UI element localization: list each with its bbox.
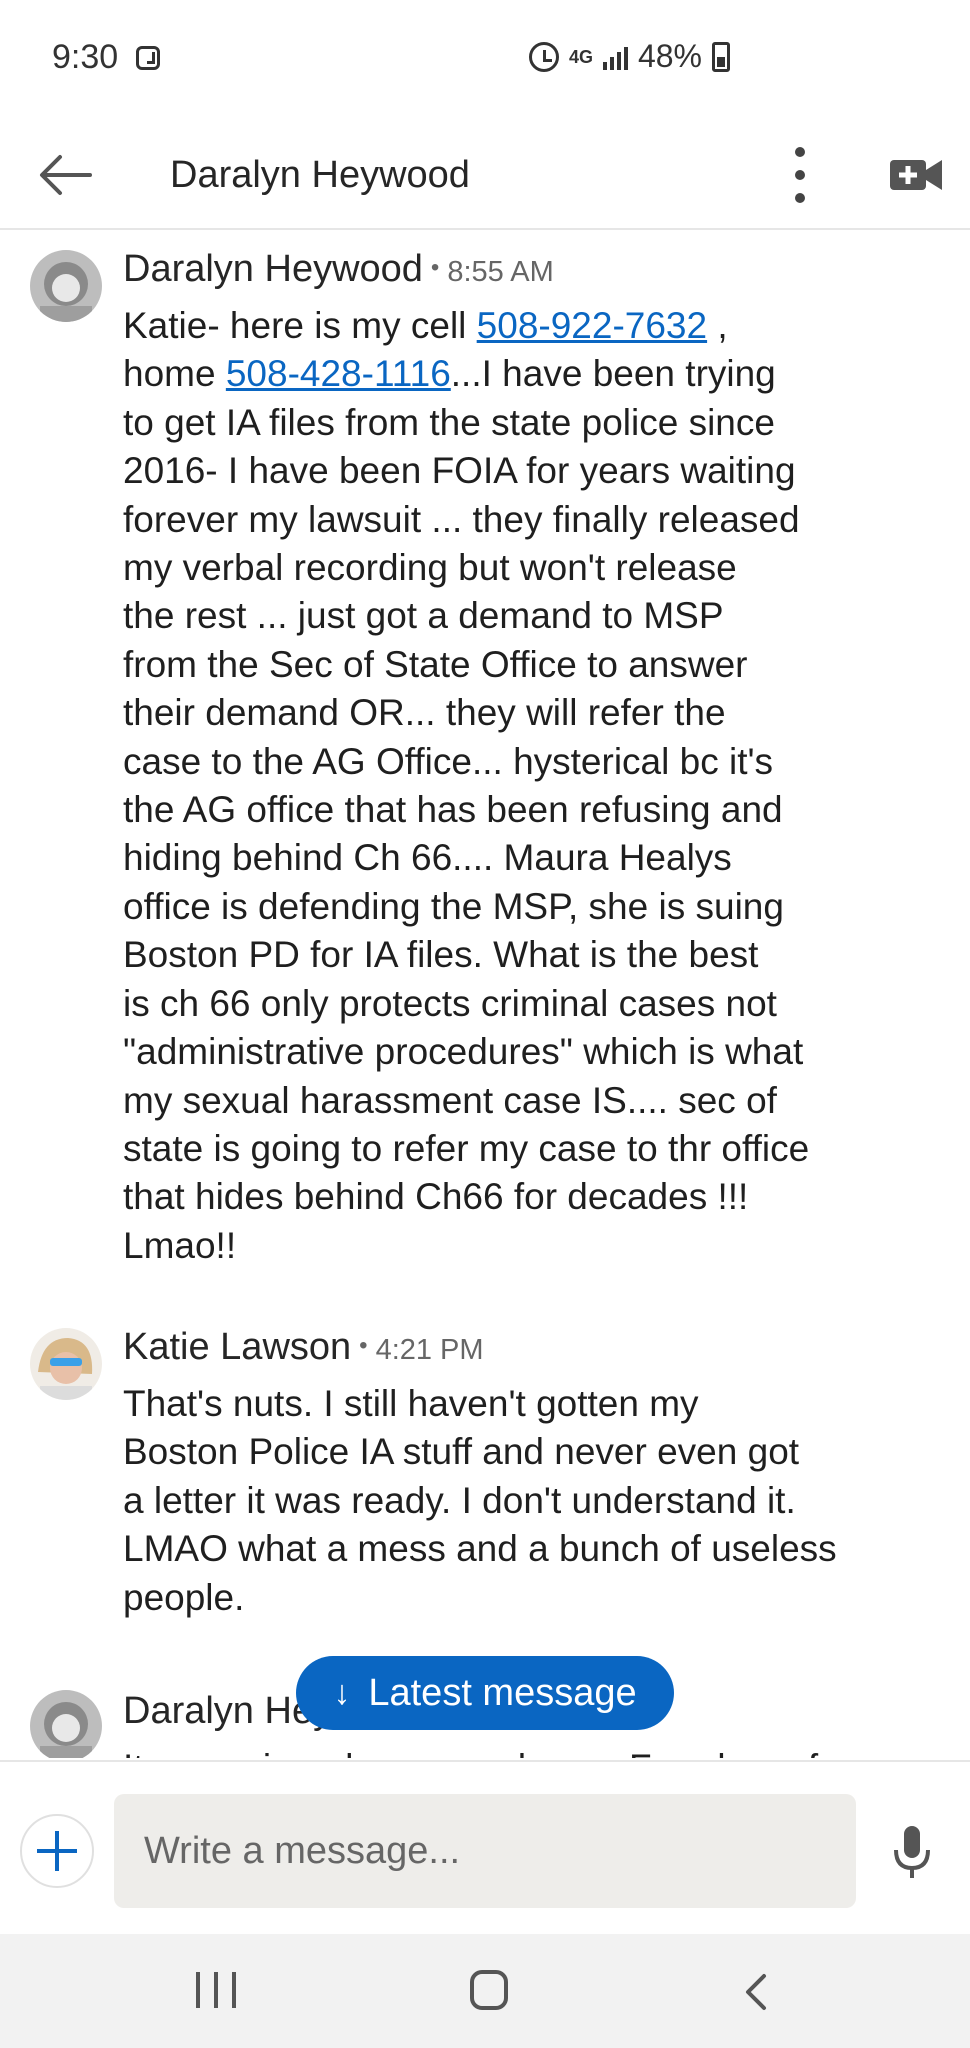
microphone-icon[interactable] (892, 1824, 932, 1880)
add-attachment-button[interactable] (20, 1814, 94, 1888)
message-line: that hides behind Ch66 for decades !!! (123, 1176, 749, 1218)
latest-message-label: Latest message (368, 1671, 637, 1714)
message-body: Katie- here is my cell 508-922-7632 , hom… (123, 302, 898, 1270)
battery-icon (712, 41, 730, 72)
recents-icon[interactable] (196, 1972, 236, 2010)
message-line: home 508-428-1116...I have been trying (123, 353, 776, 395)
message-line: Katie- here is my cell 508-922-7632 , (123, 305, 728, 346)
avatar[interactable] (30, 250, 102, 322)
message-time: 8:55 AM (447, 256, 554, 288)
message-line: to get IA files from the state police si… (123, 401, 775, 443)
message-line: is ch 66 only protects criminal cases no… (123, 982, 777, 1024)
status-time: 9:30 (52, 38, 119, 76)
sender-name[interactable]: Daralyn Heywood (123, 248, 423, 290)
message-line: people. (123, 1576, 245, 1618)
status-icons: 4G 48% (528, 38, 730, 75)
conversation-header: Daralyn Heywood (0, 120, 970, 230)
message-line: Boston PD for IA files. What is the best (123, 934, 759, 976)
separator-dot: • (359, 1332, 368, 1359)
clock-notification-icon (136, 46, 160, 70)
message-line: case to the AG Office... hysterical bc i… (123, 740, 774, 782)
message-composer (0, 1760, 970, 1934)
message-line: state is going to refer my case to thr o… (123, 1127, 810, 1169)
latest-message-button[interactable]: ↓ Latest message (296, 1656, 674, 1730)
message-line: hiding behind Ch 66.... Maura Healys (123, 837, 732, 879)
message-line: Lmao!! (123, 1224, 237, 1266)
arrow-down-icon: ↓ (333, 1673, 351, 1712)
message-line: office is defending the MSP, she is suin… (123, 885, 784, 927)
message-input[interactable] (114, 1794, 856, 1908)
message-line: from the Sec of State Office to answer (123, 643, 748, 685)
message-header: Katie Lawson • 4:21 PM (123, 1326, 484, 1369)
message-line: Boston Police IA stuff and never even go… (123, 1431, 800, 1473)
message-line: my sexual harassment case IS.... sec of (123, 1079, 777, 1121)
phone-link[interactable]: 508-428-1116 (226, 353, 451, 394)
status-bar: 9:30 4G 48% (0, 0, 970, 120)
message-time: 4:21 PM (375, 1334, 484, 1366)
back-arrow-icon[interactable] (38, 152, 94, 198)
phone-link[interactable]: 508-922-7632 (477, 305, 707, 346)
message-line: their demand OR... they will refer the (123, 692, 726, 734)
home-icon[interactable] (470, 1970, 508, 2010)
message-header: Daralyn Heywood • 8:55 AM (123, 248, 554, 291)
network-type: 4G (568, 46, 593, 67)
message-line: forever my lawsuit ... they finally rele… (123, 498, 800, 540)
message-line: my verbal recording but won't release (123, 547, 737, 589)
message-line: the rest ... just got a demand to MSP (123, 595, 724, 637)
nav-back-icon[interactable] (738, 1972, 778, 2012)
conversation-title[interactable]: Daralyn Heywood (170, 140, 470, 210)
video-call-icon[interactable] (888, 148, 944, 202)
battery-percent: 48% (637, 38, 702, 74)
message-line: LMAO what a mess and a bunch of useless (123, 1528, 837, 1570)
avatar[interactable] (30, 1328, 102, 1400)
message-line: the AG office that has been refusing and (123, 789, 783, 831)
message-thread[interactable]: Daralyn Heywood • 8:55 AM Katie- here is m… (0, 232, 970, 1758)
avatar[interactable] (30, 1690, 102, 1758)
separator-dot: • (430, 254, 440, 281)
message-body: That's nuts. I still haven't gotten my Bo… (123, 1380, 898, 1622)
message-line: Its amazing - have you done a Freedom of (123, 1744, 898, 1758)
message-body: Its amazing - have you done a Freedom of (123, 1744, 898, 1758)
message-line: 2016- I have been FOIA for years waiting (123, 450, 796, 492)
message-line: That's nuts. I still haven't gotten my (123, 1383, 699, 1424)
message-line: "administrative procedures" which is wha… (123, 1031, 804, 1073)
more-vertical-icon[interactable] (780, 140, 820, 210)
alarm-icon (528, 41, 559, 72)
message-line: a letter it was ready. I don't understan… (123, 1479, 796, 1521)
signal-icon (602, 44, 628, 70)
sender-name[interactable]: Katie Lawson (123, 1326, 351, 1368)
system-nav-bar (0, 1934, 970, 2048)
